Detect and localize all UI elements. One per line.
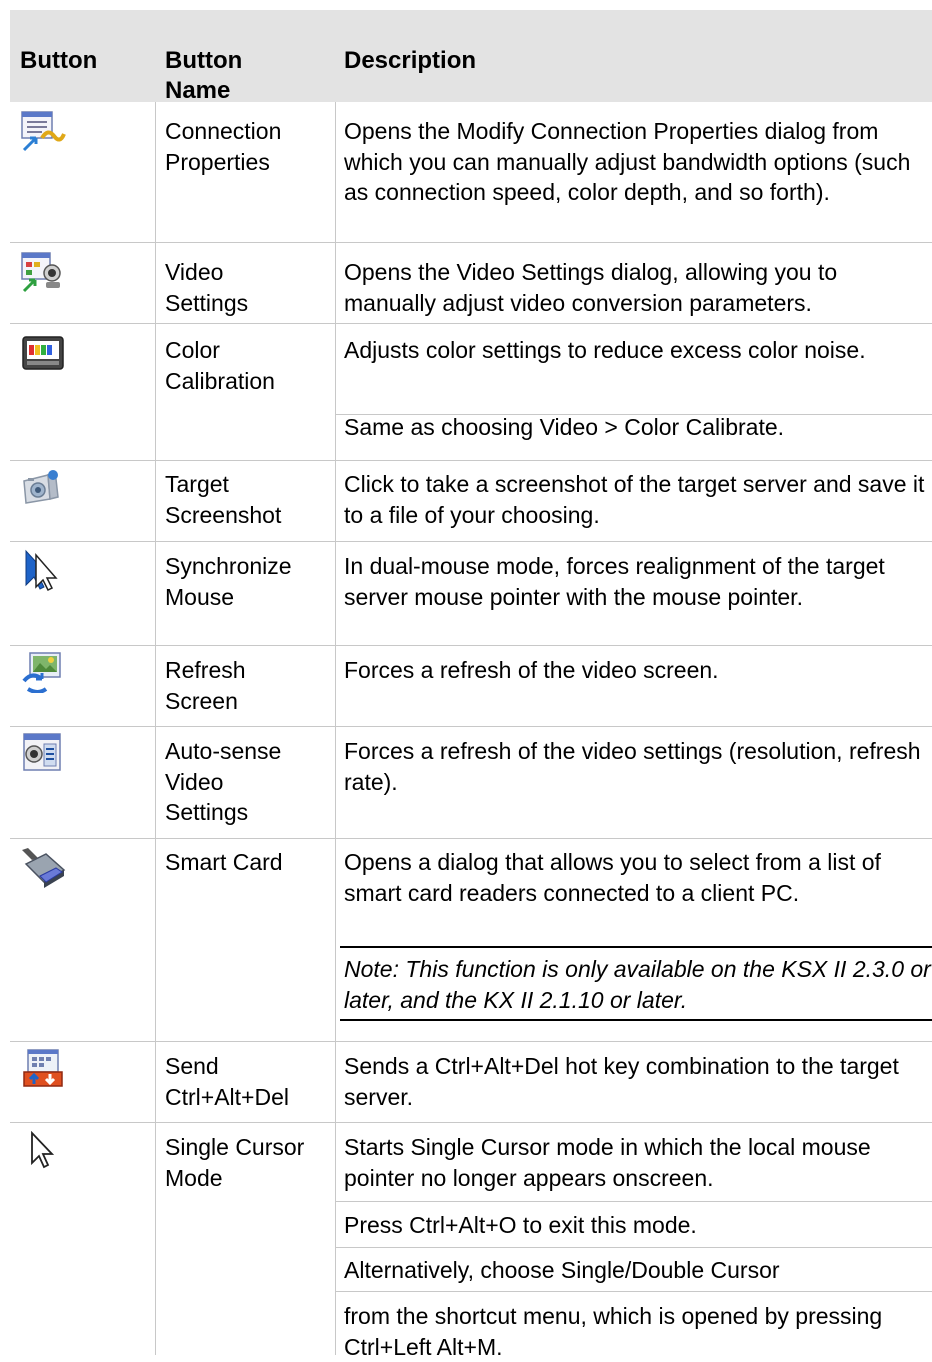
row-divider	[10, 460, 932, 461]
button-description: Forces a refresh of the video settings (…	[344, 738, 921, 795]
video-settings-icon[interactable]	[20, 251, 66, 293]
smart-card-icon[interactable]	[20, 846, 66, 888]
column-divider	[155, 102, 156, 1355]
row-divider	[10, 838, 932, 839]
row-divider	[10, 242, 932, 243]
camera-icon[interactable]	[20, 467, 66, 509]
row-divider	[10, 1122, 932, 1123]
row-divider	[10, 645, 932, 646]
paragraph-divider	[335, 1201, 932, 1202]
button-name: Video Settings	[165, 259, 249, 316]
column-divider	[335, 102, 336, 1355]
note-top-rule	[340, 946, 932, 948]
cursor-arrow-icon[interactable]	[20, 1131, 66, 1173]
synchronize-mouse-icon[interactable]	[20, 549, 66, 591]
ctrl-alt-del-icon[interactable]	[20, 1048, 66, 1090]
button-description: Forces a refresh of the video screen.	[344, 657, 719, 683]
header-button-name: Button Name	[165, 47, 243, 104]
row-divider	[10, 1041, 932, 1042]
button-description: Sends a Ctrl+Alt+Del hot key combination…	[344, 1053, 899, 1110]
button-description: In dual-mouse mode, forces realignment o…	[344, 553, 885, 610]
button-description: Opens the Video Settings dialog, allowin…	[344, 259, 838, 316]
button-description-extra: Alternatively, choose Single/Double Curs…	[344, 1257, 780, 1283]
button-description: Adjusts color settings to reduce excess …	[344, 337, 866, 363]
button-name: Refresh Screen	[165, 657, 246, 714]
button-description: Click to take a screenshot of the target…	[344, 471, 925, 528]
button-description-extra: Same as choosing Video > Color Calibrate…	[344, 414, 785, 440]
button-description: Opens a dialog that allows you to select…	[344, 849, 881, 906]
paragraph-divider	[335, 1291, 932, 1292]
button-name: Connection Properties	[165, 118, 282, 175]
row-divider	[10, 323, 932, 324]
header-description: Description	[344, 47, 477, 74]
button-description-extra: from the shortcut menu, which is opened …	[344, 1303, 883, 1360]
connection-properties-icon[interactable]	[20, 110, 66, 152]
row-divider	[10, 541, 932, 542]
note-bottom-rule	[340, 1019, 932, 1021]
row-divider	[10, 726, 932, 727]
button-name: Color Calibration	[165, 337, 275, 394]
note-text: Note: This function is only available on…	[344, 956, 931, 1013]
button-name: Auto-sense Video Settings	[165, 738, 282, 825]
button-name: Synchronize Mouse	[165, 553, 292, 610]
button-name: Smart Card	[165, 849, 283, 875]
button-description: Opens the Modify Connection Properties d…	[344, 118, 911, 205]
paragraph-divider	[335, 1247, 932, 1248]
color-calibration-icon[interactable]	[20, 333, 66, 375]
button-description: Starts Single Cursor mode in which the l…	[344, 1134, 871, 1191]
button-description-extra: Press Ctrl+Alt+O to exit this mode.	[344, 1212, 697, 1238]
header-button: Button	[20, 47, 98, 74]
auto-sense-video-icon[interactable]	[20, 732, 66, 774]
refresh-screen-icon[interactable]	[20, 651, 66, 693]
button-name: Single Cursor Mode	[165, 1134, 305, 1191]
button-reference-table: Button Button Name Description Connectio…	[10, 10, 932, 1360]
button-name: Target Screenshot	[165, 471, 282, 528]
button-name: Send Ctrl+Alt+Del	[165, 1053, 289, 1110]
